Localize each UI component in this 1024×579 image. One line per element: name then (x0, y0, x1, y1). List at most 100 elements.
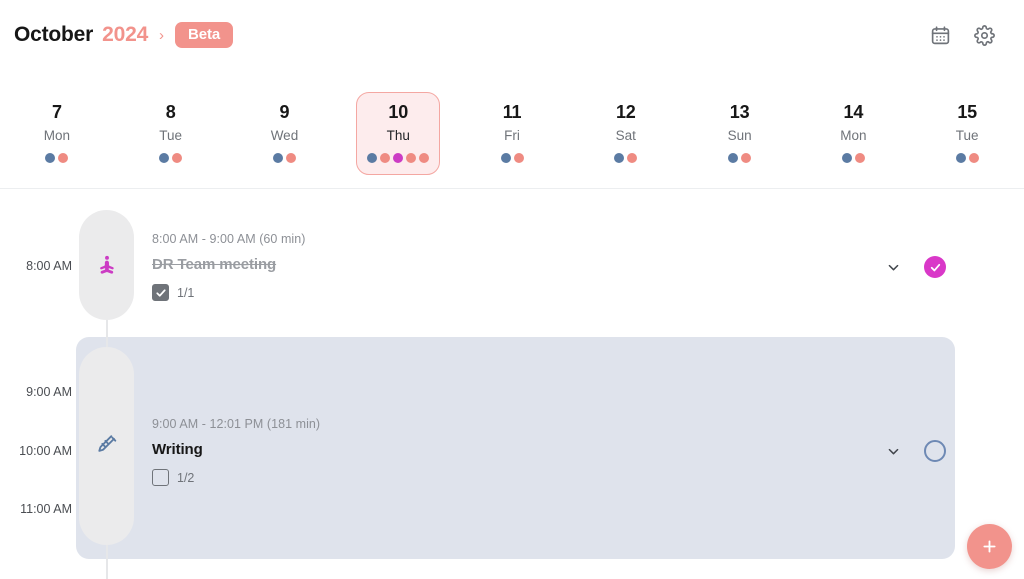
day-column-15[interactable]: 15 Tue (910, 70, 1024, 175)
rail-connector-line (106, 319, 108, 347)
page-title[interactable]: October 2024 › Beta (14, 21, 234, 49)
day-column-11[interactable]: 11 Fri (455, 70, 569, 175)
event-dot (728, 152, 739, 163)
day-cell[interactable]: 7 Mon (15, 92, 99, 175)
day-event-dots (272, 152, 296, 163)
day-weekday: Thu (386, 127, 410, 143)
day-cell[interactable]: 10 Thu (356, 92, 441, 175)
chevron-down-icon[interactable] (884, 258, 902, 276)
event-dot (272, 152, 283, 163)
event-dot (500, 152, 511, 163)
time-label: 9:00 AM (26, 385, 72, 399)
day-number: 11 (502, 102, 522, 122)
time-label: 11:00 AM (20, 502, 72, 516)
day-cell[interactable]: 13 Sun (698, 92, 782, 175)
day-column-7[interactable]: 7 Mon (0, 70, 114, 175)
day-column-12[interactable]: 12 Sat (569, 70, 683, 175)
day-number: 13 (729, 102, 750, 122)
day-column-14[interactable]: 14 Mon (796, 70, 910, 175)
subtask-checkbox-checked[interactable] (152, 284, 169, 302)
header-month: October (14, 23, 94, 46)
event-dot (627, 152, 638, 163)
event-controls-writing (884, 440, 946, 462)
pen-writing-icon (94, 433, 120, 459)
day-number: 12 (615, 102, 636, 122)
event-subtask-progress[interactable]: 1/1 (152, 284, 305, 302)
event-dot (419, 152, 430, 163)
event-dot (741, 152, 752, 163)
subtask-checkbox-unchecked[interactable] (152, 469, 169, 487)
event-title: DR Team meeting (152, 255, 277, 273)
day-event-dots (500, 152, 524, 163)
event-time-range: 9:00 AM - 12:01 PM (181 min) (152, 417, 321, 431)
day-number: 15 (957, 102, 977, 122)
day-event-dots (45, 152, 69, 163)
meditation-icon (94, 252, 120, 278)
event-dot (380, 152, 391, 163)
day-number: 9 (279, 102, 290, 122)
day-event-dots (728, 152, 752, 163)
day-cell[interactable]: 14 Mon (811, 92, 895, 175)
event-time-range: 8:00 AM - 9:00 AM (60 min) (152, 232, 306, 246)
day-event-dots (955, 152, 979, 163)
chevron-down-icon[interactable] (884, 442, 902, 460)
day-event-dots (841, 152, 865, 163)
time-label: 8:00 AM (26, 259, 72, 273)
day-weekday: Sun (727, 127, 752, 143)
rail-connector-line (106, 545, 108, 579)
day-weekday: Sat (615, 127, 636, 143)
event-dot (285, 152, 296, 163)
event-dot (841, 152, 852, 163)
calendar-app: October 2024 › Beta 7 Mon 8 Tue 9 Wed 10… (0, 0, 1024, 579)
time-gutter: 8:00 AM 9:00 AM 10:00 AM 11:00 AM (0, 190, 72, 579)
chevron-right-icon[interactable]: › (159, 28, 164, 43)
event-subtask-progress[interactable]: 1/2 (152, 469, 320, 487)
day-cell[interactable]: 15 Tue (925, 92, 1009, 175)
day-weekday: Wed (270, 127, 299, 143)
add-event-button[interactable] (967, 524, 1012, 569)
event-title: Writing (152, 440, 203, 458)
timeline-rail (79, 190, 134, 579)
event-dot (367, 152, 378, 163)
day-weekday: Tue (159, 127, 183, 143)
event-icon-pill-writing[interactable] (79, 347, 134, 545)
status-toggle-incomplete[interactable] (924, 440, 946, 462)
day-cell[interactable]: 8 Tue (129, 92, 213, 175)
calendar-icon[interactable] (928, 23, 952, 47)
day-column-13[interactable]: 13 Sun (683, 70, 797, 175)
day-weekday: Tue (955, 127, 979, 143)
day-column-8[interactable]: 8 Tue (114, 70, 228, 175)
day-cell[interactable]: 12 Sat (584, 92, 668, 175)
event-details-dr-team-meeting[interactable]: 8:00 AM - 9:00 AM (60 min) DR Team meeti… (152, 232, 306, 302)
event-dot (58, 152, 69, 163)
day-number: 7 (51, 102, 62, 122)
day-column-9[interactable]: 9 Wed (228, 70, 342, 175)
event-details-writing[interactable]: 9:00 AM - 12:01 PM (181 min) Writing 1/2 (152, 417, 321, 487)
event-dot (614, 152, 625, 163)
event-dot (513, 152, 524, 163)
day-cell[interactable]: 9 Wed (242, 92, 326, 175)
day-event-dots (367, 152, 430, 163)
event-dot (406, 152, 417, 163)
day-weekday: Fri (504, 127, 520, 143)
day-number: 10 (388, 102, 409, 122)
event-dot (393, 152, 404, 163)
day-number: 8 (165, 102, 176, 122)
event-icon-pill-dr-team-meeting[interactable] (79, 210, 134, 320)
day-cell[interactable]: 11 Fri (470, 92, 554, 175)
day-strip: 7 Mon 8 Tue 9 Wed 10 Thu 11 Fri 12 Sat 13 Sun 14 Mon 15 T… (0, 70, 1024, 189)
time-label: 10:00 AM (19, 444, 72, 458)
beta-badge: Beta (175, 21, 234, 49)
event-dot (955, 152, 966, 163)
event-dot (854, 152, 865, 163)
event-dot (968, 152, 979, 163)
timeline-body: 8:00 AM 9:00 AM 10:00 AM 11:00 AM 8:00 A… (0, 190, 1024, 579)
subtask-count: 1/2 (177, 470, 195, 485)
day-weekday: Mon (840, 127, 867, 143)
day-column-10[interactable]: 10 Thu (341, 70, 455, 175)
subtask-count: 1/1 (177, 285, 195, 300)
day-event-dots (614, 152, 638, 163)
header-year: 2024 (102, 23, 149, 46)
gear-icon[interactable] (972, 23, 996, 47)
status-toggle-complete[interactable] (924, 256, 946, 278)
